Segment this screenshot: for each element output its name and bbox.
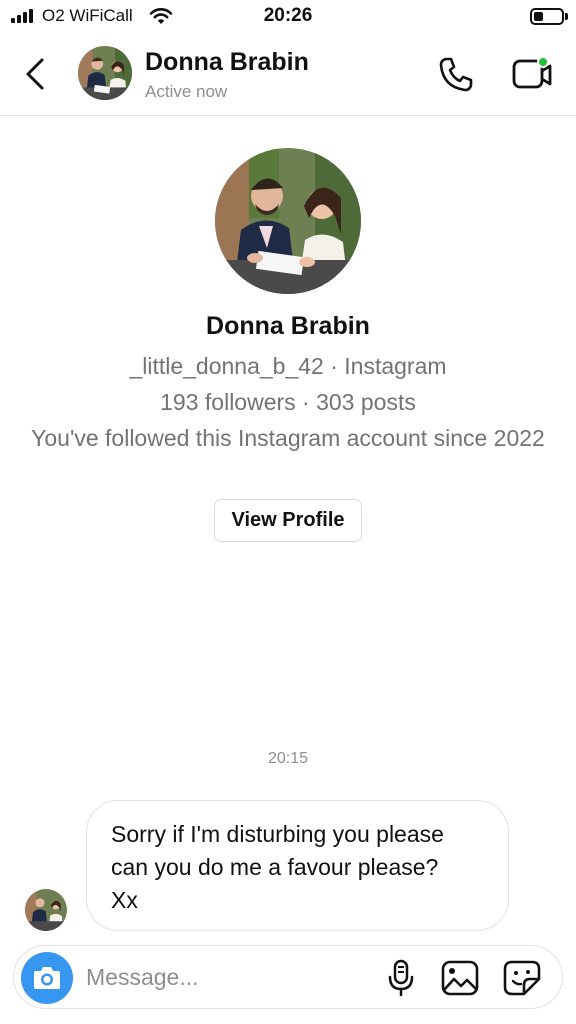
contact-name: Donna Brabin bbox=[145, 48, 309, 76]
contact-avatar[interactable] bbox=[78, 46, 132, 100]
microphone-icon[interactable] bbox=[385, 958, 417, 998]
camera-button[interactable] bbox=[21, 952, 73, 1004]
profile-name: Donna Brabin bbox=[206, 312, 370, 340]
view-profile-button[interactable]: View Profile bbox=[214, 499, 362, 542]
message-composer bbox=[13, 945, 563, 1009]
follow-since-text: You've followed this Instagram account s… bbox=[31, 425, 545, 451]
profile-photo bbox=[215, 148, 361, 294]
message-bubble[interactable]: Sorry if I'm disturbing you please can y… bbox=[86, 800, 509, 931]
back-chevron-icon[interactable] bbox=[20, 52, 56, 96]
message-line: Xx bbox=[111, 887, 138, 913]
gallery-icon[interactable] bbox=[440, 959, 480, 997]
chat-header: Donna Brabin Active now bbox=[0, 34, 576, 116]
avatar-photo bbox=[78, 46, 132, 100]
phone-icon[interactable] bbox=[436, 54, 476, 94]
profile-stats: 193 followers · 303 posts bbox=[160, 389, 416, 415]
status-time: 20:26 bbox=[263, 5, 313, 26]
battery-tip bbox=[565, 13, 568, 20]
profile-handle: _little_donna_b_42 · Instagram bbox=[129, 353, 447, 379]
profile-avatar[interactable] bbox=[215, 148, 361, 294]
sticker-icon[interactable] bbox=[502, 959, 542, 997]
status-bar: O2 WiFiCall 20:26 bbox=[0, 0, 576, 34]
message-timestamp: 20:15 bbox=[267, 750, 309, 767]
sender-photo bbox=[25, 889, 67, 931]
message-line: can you do me a favour please? bbox=[111, 854, 439, 880]
camera-icon bbox=[34, 967, 60, 989]
sender-avatar[interactable] bbox=[25, 889, 67, 931]
active-status: Active now bbox=[145, 82, 228, 101]
message-input[interactable] bbox=[86, 956, 366, 998]
battery-icon bbox=[530, 8, 564, 25]
message-line: Sorry if I'm disturbing you please bbox=[111, 821, 444, 847]
online-indicator bbox=[537, 56, 549, 68]
